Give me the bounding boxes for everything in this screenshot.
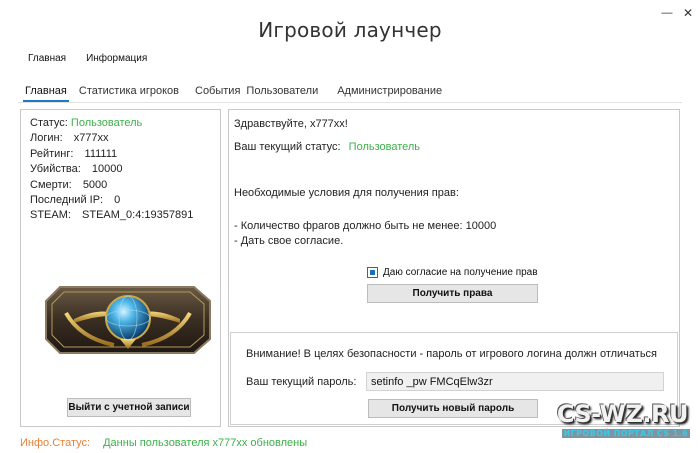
profile-last-ip: Последний IP: 0 xyxy=(30,194,120,206)
close-button[interactable]: ✕ xyxy=(680,6,696,20)
profile-rating-label: Рейтинг: xyxy=(30,148,74,160)
requirements-title: Необходимые условия для получения прав: xyxy=(234,187,459,199)
menu-bar: Главная Информация xyxy=(28,53,147,64)
global-elite-badge-icon xyxy=(45,286,211,354)
profile-kills: Убийства: 10000 xyxy=(30,163,122,175)
security-warning: Внимание! В целях безопасности - пароль … xyxy=(246,348,658,360)
tab-main[interactable]: Главная xyxy=(18,84,74,102)
requirement-consent: - Дать свое согласие. xyxy=(234,235,344,247)
profile-steam-label: STEAM: xyxy=(30,209,71,221)
profile-deaths-value: 5000 xyxy=(82,179,108,191)
profile-kills-label: Убийства: xyxy=(30,163,81,175)
profile-login-label: Логин: xyxy=(30,132,63,144)
profile-steam-value: STEAM_0:4:19357891 xyxy=(82,209,194,221)
profile-deaths: Смерти: 5000 xyxy=(30,179,107,191)
profile-status-label: Статус: xyxy=(30,117,68,129)
password-label: Ваш текущий пароль: xyxy=(246,376,357,388)
profile-deaths-label: Смерти: xyxy=(30,179,72,191)
consent-checkbox[interactable] xyxy=(367,267,378,278)
profile-kills-value: 10000 xyxy=(91,163,123,175)
tab-users[interactable]: Пользователи xyxy=(239,84,325,102)
profile-login: Логин: x777xx xyxy=(30,132,109,144)
tab-bar: Главная Статистика игроков События Польз… xyxy=(18,84,449,102)
profile-status-value: Пользователь xyxy=(70,117,143,129)
title-bar: Игровой лаунчер — ✕ xyxy=(0,0,700,48)
minimize-button[interactable]: — xyxy=(659,6,675,20)
get-new-password-button[interactable]: Получить новый пароль xyxy=(368,399,538,418)
get-rights-button[interactable]: Получить права xyxy=(367,284,538,303)
tab-player-stats[interactable]: Статистика игроков xyxy=(72,84,186,102)
current-status-value: Пользователь xyxy=(348,141,421,153)
current-status-label: Ваш текущий статус: xyxy=(234,141,341,153)
tab-divider xyxy=(18,102,682,103)
status-bar-message: Данны пользователя x777xx обновлены xyxy=(103,437,308,449)
site-watermark: CS-WZ.RU ИГРОВОЙ ПОРТАЛ CS 1.6 xyxy=(520,400,700,453)
profile-steam: STEAM: STEAM_0:4:19357891 xyxy=(30,209,193,221)
watermark-logo: CS-WZ.RU xyxy=(556,400,689,428)
tab-administration[interactable]: Администрирование xyxy=(330,84,449,102)
profile-login-value: x777xx xyxy=(73,132,109,144)
greeting-text: Здравствуйте, x777xx! xyxy=(234,118,348,130)
watermark-tagline: ИГРОВОЙ ПОРТАЛ CS 1.6 xyxy=(561,429,690,438)
menu-item-info[interactable]: Информация xyxy=(86,53,147,64)
menu-item-main[interactable]: Главная xyxy=(28,53,66,64)
window-title: Игровой лаунчер xyxy=(258,18,442,42)
profile-ip-value: 0 xyxy=(114,194,121,206)
profile-status: Статус: Пользователь xyxy=(30,117,142,129)
requirement-frags: - Количество фрагов должно быть не менее… xyxy=(234,220,497,232)
profile-ip-label: Последний IP: xyxy=(30,194,104,206)
consent-label: Даю согласие на получение прав xyxy=(383,267,538,278)
current-status: Ваш текущий статус: Пользователь xyxy=(234,141,420,153)
profile-rating: Рейтинг: 111111 xyxy=(30,148,117,160)
profile-rating-value: 111111 xyxy=(84,148,118,160)
status-bar-label: Инфо.Статус: xyxy=(20,437,91,449)
status-bar: Инфо.Статус: Данны пользователя x777xx о… xyxy=(20,437,307,449)
logout-button[interactable]: Выйти с учетной записи xyxy=(67,398,191,417)
consent-checkbox-row[interactable]: Даю согласие на получение прав xyxy=(367,267,538,278)
password-field[interactable] xyxy=(366,372,664,391)
